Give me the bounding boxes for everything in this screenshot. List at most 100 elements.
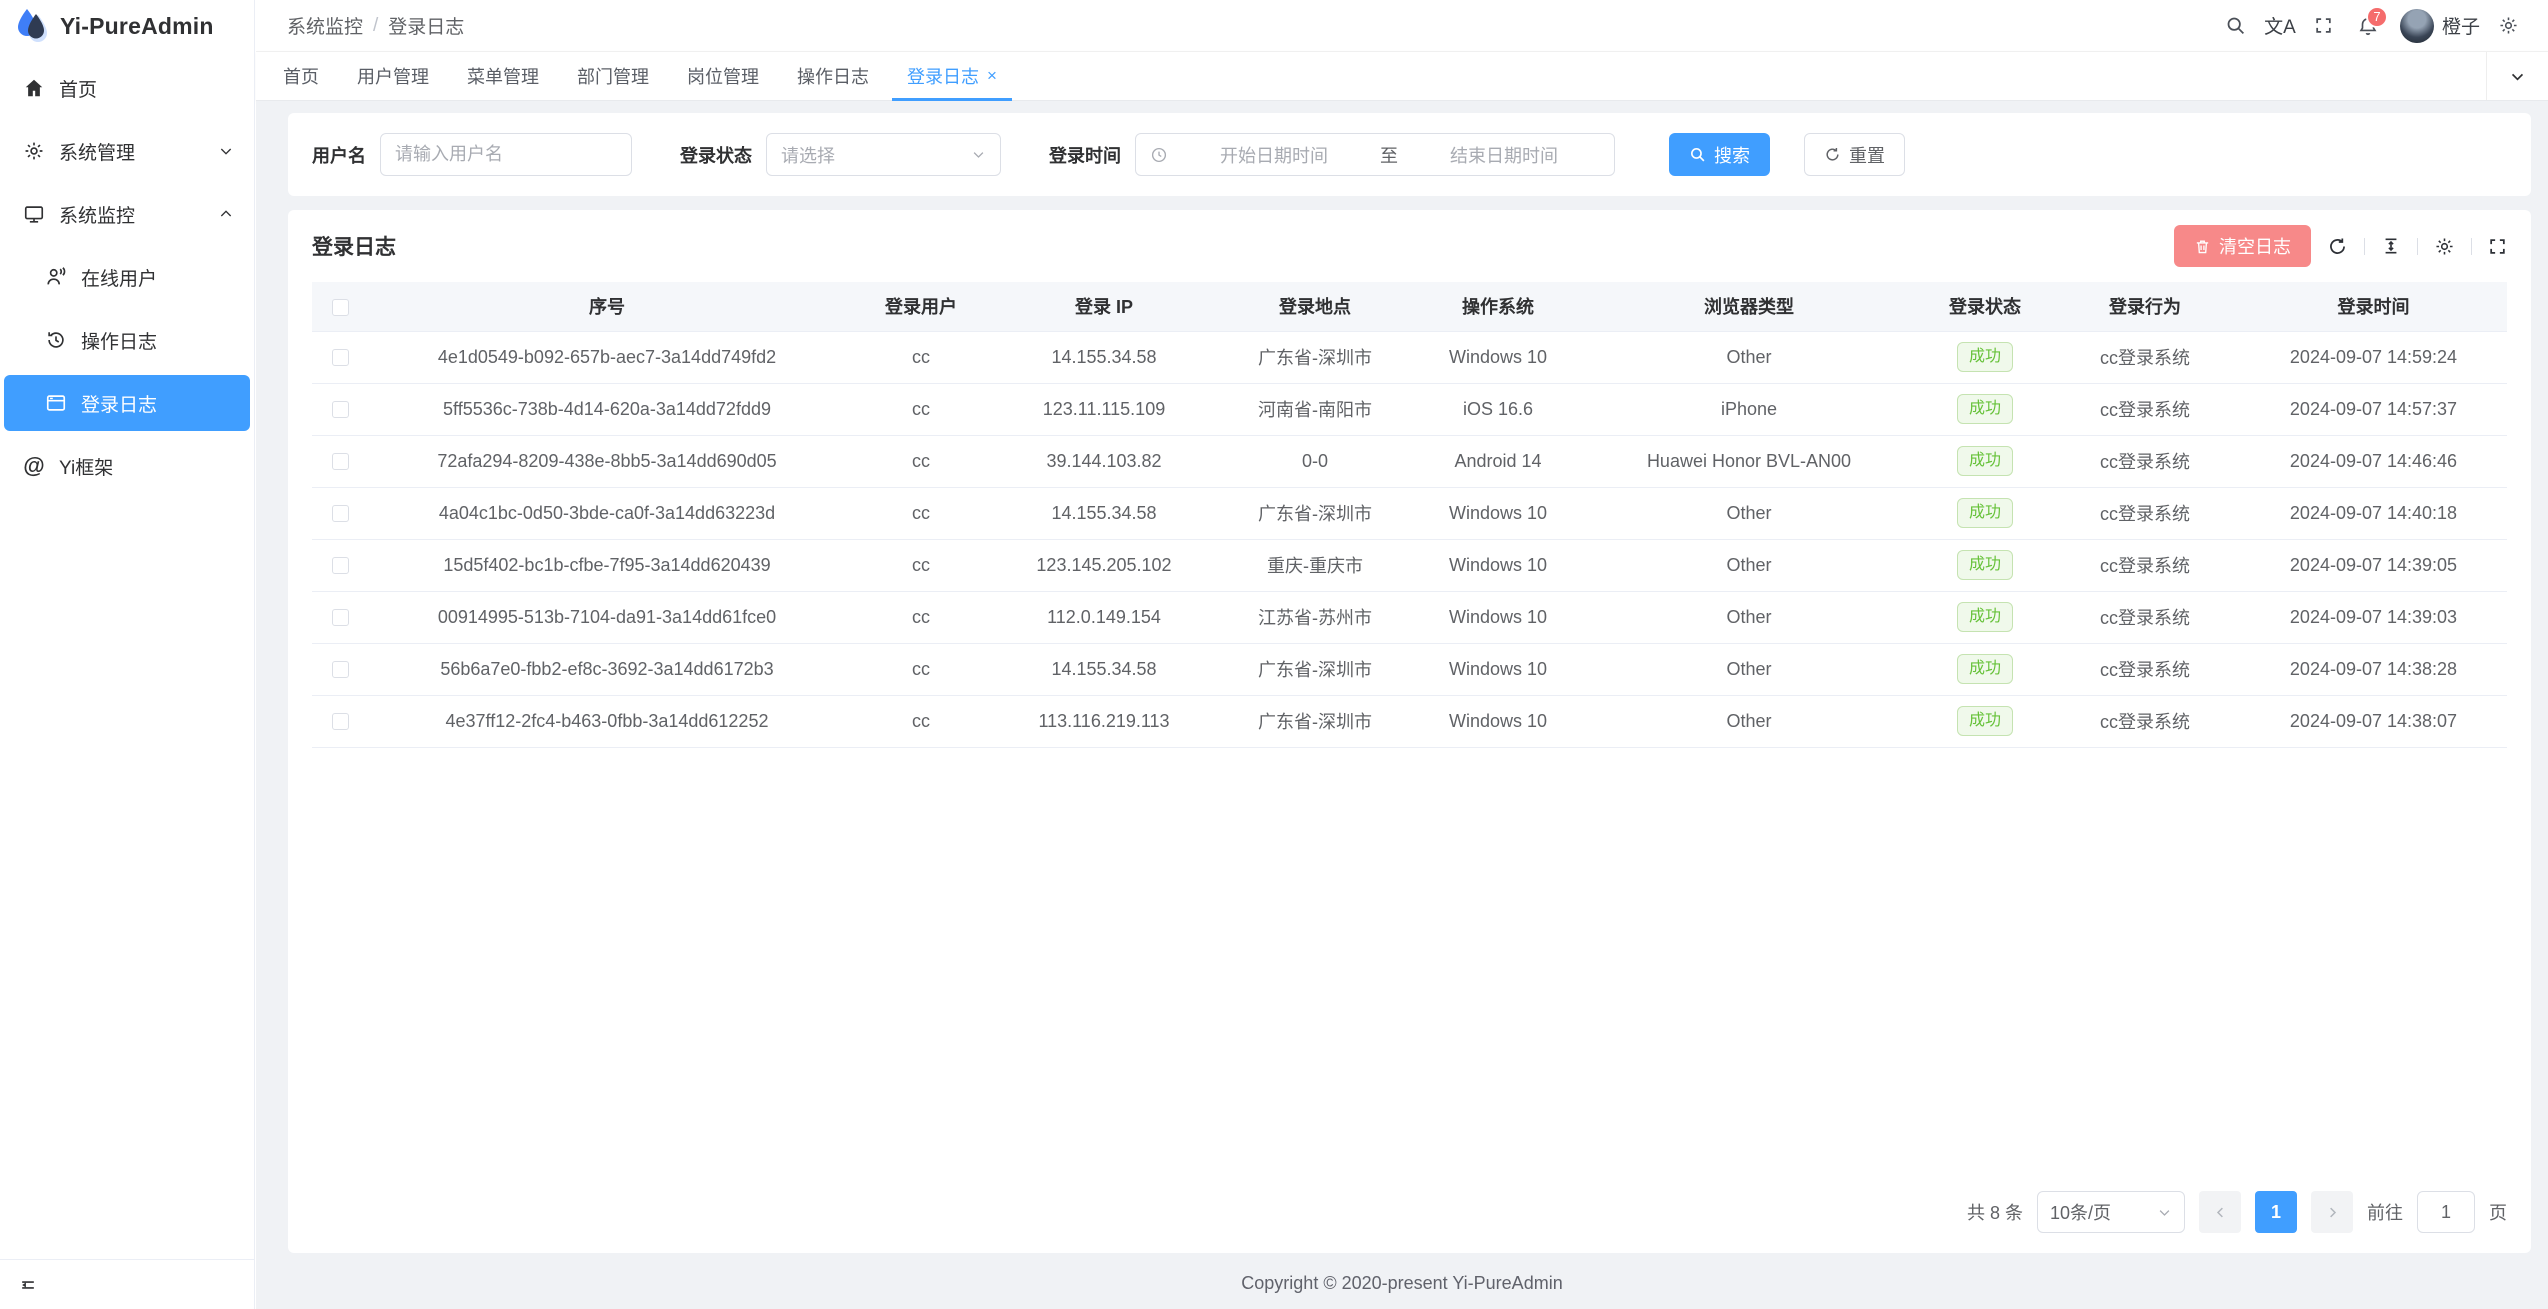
- at-icon: @: [22, 454, 46, 478]
- sidebar-item-login-log[interactable]: 登录日志: [4, 375, 250, 431]
- cell-os: Windows 10: [1449, 503, 1547, 523]
- end-date-input[interactable]: 结束日期时间: [1408, 142, 1600, 168]
- table-fullscreen-icon[interactable]: [2488, 237, 2507, 256]
- cell-location: 江苏省-苏州市: [1258, 608, 1372, 628]
- sidebar-footer: [0, 1259, 254, 1309]
- toolbar-divider: [2471, 238, 2472, 255]
- row-density-icon[interactable]: [2381, 236, 2401, 256]
- trash-icon: [2194, 238, 2211, 255]
- tab-login-log[interactable]: 登录日志 ×: [888, 52, 1016, 100]
- cell-time: 2024-09-07 14:38:28: [2290, 659, 2457, 679]
- toolbar-divider: [2364, 238, 2365, 255]
- tab-menu-admin[interactable]: 菜单管理: [448, 52, 558, 100]
- breadcrumb-item[interactable]: 系统监控: [287, 12, 363, 39]
- start-date-input[interactable]: 开始日期时间: [1178, 142, 1370, 168]
- row-checkbox[interactable]: [332, 609, 349, 626]
- refresh-table-icon[interactable]: [2327, 236, 2348, 257]
- tab-operation-log[interactable]: 操作日志: [778, 52, 888, 100]
- fullscreen-icon[interactable]: [2302, 4, 2346, 48]
- search-button[interactable]: 搜索: [1669, 133, 1770, 176]
- column-header: 登录时间: [2240, 282, 2507, 331]
- sidebar-item-home[interactable]: 首页: [4, 60, 250, 116]
- cell-location: 0-0: [1302, 451, 1328, 471]
- chevron-down-icon: [971, 147, 986, 162]
- page-size-select[interactable]: 10条/页: [2037, 1191, 2185, 1233]
- sidebar-item-online-users[interactable]: 在线用户: [4, 249, 250, 305]
- sidebar-item-operation-log[interactable]: 操作日志: [4, 312, 250, 368]
- column-settings-gear-icon[interactable]: [2434, 236, 2455, 257]
- sidebar-item-yi-framework[interactable]: @ Yi框架: [4, 438, 250, 494]
- select-all-checkbox[interactable]: [332, 299, 349, 316]
- username-input[interactable]: [395, 144, 617, 165]
- row-checkbox[interactable]: [332, 401, 349, 418]
- table-row[interactable]: 72afa294-8209-438e-8bb5-3a14dd690d05 cc …: [312, 435, 2507, 487]
- prev-page-button[interactable]: [2199, 1191, 2241, 1233]
- username[interactable]: 橙子: [2442, 12, 2480, 39]
- table-row[interactable]: 56b6a7e0-fbb2-ef8c-3692-3a14dd6172b3 cc …: [312, 643, 2507, 695]
- close-tab-icon[interactable]: ×: [987, 66, 997, 86]
- cell-browser: Other: [1726, 555, 1771, 575]
- tab-home[interactable]: 首页: [264, 52, 338, 100]
- sidebar-item-label: 在线用户: [81, 264, 157, 291]
- row-checkbox[interactable]: [332, 505, 349, 522]
- breadcrumb-separator: /: [373, 15, 378, 37]
- notification-bell-icon[interactable]: 7: [2346, 4, 2390, 48]
- online-user-icon: [44, 265, 68, 289]
- goto-label: 前往: [2367, 1199, 2403, 1225]
- chevron-up-icon: [218, 206, 234, 222]
- collapse-sidebar-icon[interactable]: [18, 1275, 38, 1295]
- tab-dept-admin[interactable]: 部门管理: [558, 52, 668, 100]
- reset-button[interactable]: 重置: [1804, 133, 1905, 176]
- page-unit-label: 页: [2489, 1199, 2507, 1225]
- translate-icon[interactable]: 文A: [2258, 4, 2302, 48]
- pagination-total: 共 8 条: [1967, 1199, 2023, 1225]
- table-row[interactable]: 00914995-513b-7104-da91-3a14dd61fce0 cc …: [312, 591, 2507, 643]
- status-badge: 成功: [1957, 394, 2013, 423]
- cell-time: 2024-09-07 14:39:03: [2290, 607, 2457, 627]
- table-row[interactable]: 5ff5536c-738b-4d14-620a-3a14dd72fdd9 cc …: [312, 383, 2507, 435]
- table-row[interactable]: 15d5f402-bc1b-cfbe-7f95-3a14dd620439 cc …: [312, 539, 2507, 591]
- table-row[interactable]: 4e37ff12-2fc4-b463-0fbb-3a14dd612252 cc …: [312, 695, 2507, 747]
- tab-post-admin[interactable]: 岗位管理: [668, 52, 778, 100]
- cell-ip: 14.155.34.58: [1051, 659, 1156, 679]
- search-icon[interactable]: [2214, 4, 2258, 48]
- tab-user-admin[interactable]: 用户管理: [338, 52, 448, 100]
- cell-ip: 123.145.205.102: [1036, 555, 1171, 575]
- page-number-current[interactable]: 1: [2255, 1191, 2297, 1233]
- search-form: 用户名 登录状态 请选择 登录时间 开始日期时间 至 结束日期时间 搜索: [312, 133, 1905, 176]
- clear-log-button[interactable]: 清空日志: [2174, 225, 2311, 267]
- time-range-picker[interactable]: 开始日期时间 至 结束日期时间: [1135, 133, 1615, 176]
- row-checkbox[interactable]: [332, 453, 349, 470]
- next-page-button[interactable]: [2311, 1191, 2353, 1233]
- sidebar-item-system-monitor[interactable]: 系统监控: [4, 186, 250, 242]
- status-select[interactable]: 请选择: [766, 133, 1001, 176]
- cell-uuid: 4e37ff12-2fc4-b463-0fbb-3a14dd612252: [446, 711, 769, 731]
- cell-user: cc: [912, 711, 930, 731]
- table-row[interactable]: 4e1d0549-b092-657b-aec7-3a14dd749fd2 cc …: [312, 331, 2507, 383]
- home-icon: [22, 76, 46, 100]
- table-row[interactable]: 4a04c1bc-0d50-3bde-ca0f-3a14dd63223d cc …: [312, 487, 2507, 539]
- app-logo-row[interactable]: Yi-PureAdmin: [0, 0, 254, 52]
- settings-gear-icon[interactable]: [2486, 4, 2530, 48]
- row-checkbox[interactable]: [332, 557, 349, 574]
- cell-user: cc: [912, 555, 930, 575]
- sidebar-item-label: 系统管理: [59, 138, 135, 165]
- cell-ip: 14.155.34.58: [1051, 347, 1156, 367]
- cell-browser: Other: [1726, 711, 1771, 731]
- tab-menu-chevron-down-icon[interactable]: [2486, 52, 2548, 100]
- row-checkbox[interactable]: [332, 349, 349, 366]
- avatar[interactable]: [2400, 9, 2434, 43]
- row-checkbox[interactable]: [332, 661, 349, 678]
- tabs: 首页 用户管理 菜单管理 部门管理 岗位管理 操作日志 登录日志 ×: [256, 52, 2486, 100]
- cell-time: 2024-09-07 14:59:24: [2290, 347, 2457, 367]
- search-icon: [1689, 146, 1706, 163]
- sidebar-item-system-admin[interactable]: 系统管理: [4, 123, 250, 179]
- goto-page-input[interactable]: [2417, 1191, 2475, 1233]
- row-checkbox[interactable]: [332, 713, 349, 730]
- card-header: 登录日志 清空日志: [312, 210, 2507, 282]
- cell-uuid: 56b6a7e0-fbb2-ef8c-3692-3a14dd6172b3: [440, 659, 773, 679]
- username-field[interactable]: [380, 133, 632, 176]
- cell-user: cc: [912, 503, 930, 523]
- cell-behavior: cc登录系统: [2100, 556, 2190, 576]
- card-title: 登录日志: [312, 231, 396, 261]
